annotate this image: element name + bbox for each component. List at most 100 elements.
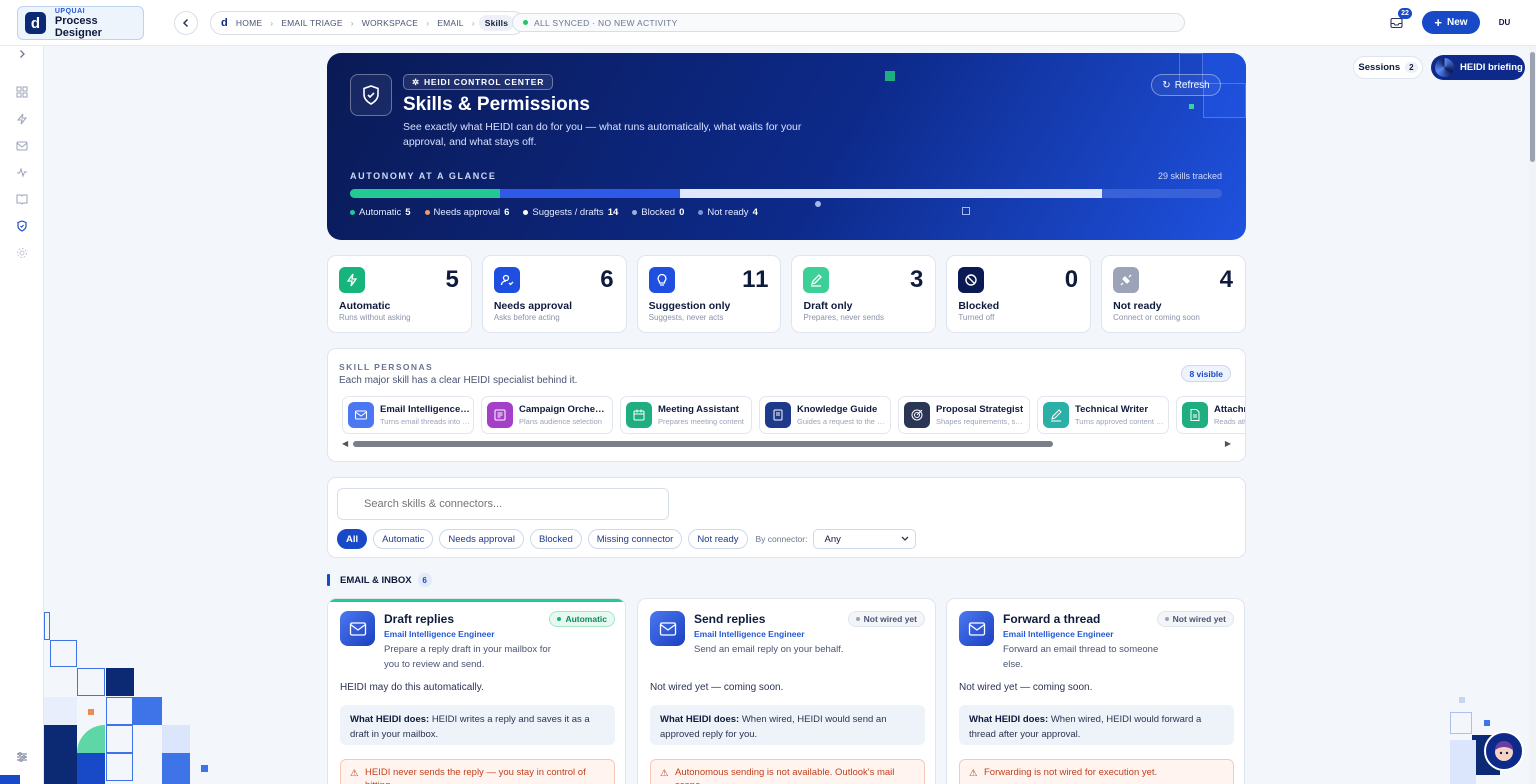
heidi-avatar-icon [1435,58,1454,77]
visible-count-badge: 8 visible [1181,365,1231,382]
persona-name: Meeting Assistant [658,404,739,415]
expand-sidebar-icon[interactable] [14,46,30,62]
new-button[interactable]: + New [1422,11,1480,34]
filters-panel: All Automatic Needs approval Blocked Mis… [327,477,1246,558]
shield-icon[interactable] [14,218,30,234]
stat-card-draft-only[interactable]: 3 Draft only Prepares, never sends [791,255,937,333]
refresh-label: Refresh [1174,79,1210,91]
breadcrumb-email[interactable]: EMAIL [437,18,464,28]
gear-icon[interactable] [14,245,30,261]
stat-card-suggestion-only[interactable]: 11 Suggestion only Suggests, never acts [636,255,782,333]
page-scrollbar[interactable] [1529,46,1536,784]
chip-missing-connector[interactable]: Missing connector [587,529,683,549]
brand[interactable]: d UPQUAI Process Designer [17,6,144,40]
book-icon [765,402,791,428]
book-icon[interactable] [14,191,30,207]
mail-icon [340,611,375,646]
persona-name: Campaign Orchestrator [519,404,609,415]
mail-icon[interactable] [14,138,30,154]
status-badge: Not wired yet [847,611,925,627]
skill-card-draft-replies[interactable]: Draft replies Email Intelligence Enginee… [327,598,626,784]
chip-all[interactable]: All [337,529,368,549]
chip-automatic[interactable]: Automatic [373,529,434,549]
breadcrumb-home[interactable]: HOME [236,18,262,28]
grid-icon[interactable] [14,84,30,100]
status-badge: Not wired yet [1156,611,1234,627]
section-header: EMAIL & INBOX 6 [327,573,432,587]
page-title: Skills & Permissions [403,94,590,115]
settings-sliders-icon[interactable] [14,749,30,765]
persona-card[interactable]: Knowledge Guide Guides a request to the r… [759,396,891,434]
persona-card[interactable]: Proposal Strategist Shapes requirements, … [898,396,1030,434]
skill-warning: ⚠ Autonomous sending is not available. Ou… [650,759,925,784]
persona-card[interactable]: Email Intelligence Engineer Turns email t… [342,396,474,434]
bolt-icon[interactable] [14,111,30,127]
scroll-left-icon[interactable]: ◀ [342,439,348,448]
legend-suggests: Suggests / drafts 14 [523,207,618,218]
campaign-icon [487,402,513,428]
scroll-right-icon[interactable]: ▶ [1225,439,1231,448]
sessions-button[interactable]: Sessions 2 [1353,56,1423,79]
chevron-down-icon [902,536,909,541]
skill-desc: Send an email reply on your behalf. [694,644,844,655]
stat-sub: Asks before acting [493,313,560,322]
heidi-briefing-button[interactable]: HEIDI briefing [1431,55,1525,80]
stat-label: Suggestion only [648,300,731,312]
hero-tag-label: HEIDI CONTROL CENTER [423,77,545,87]
activity-icon[interactable] [14,164,30,180]
chip-not-ready[interactable]: Not ready [688,529,748,549]
skill-card-forward-thread[interactable]: Forward a thread Email Intelligence Engi… [946,598,1245,784]
skill-persona: Email Intelligence Engineer [1003,629,1114,639]
skill-title: Forward a thread [1003,612,1101,626]
filter-chips: All Automatic Needs approval Blocked Mis… [337,529,917,549]
legend-needs-approval: Needs approval 6 [424,207,509,218]
document-icon [1182,402,1208,428]
persona-card[interactable]: Technical Writer Turns approved content i… [1037,396,1169,434]
sync-status: ALL SYNCED · NO NEW ACTIVITY [512,13,1185,32]
chip-needs-approval[interactable]: Needs approval [439,529,524,549]
stat-count: 6 [600,266,615,293]
page-scroll-thumb[interactable] [1530,52,1535,162]
stat-card-automatic[interactable]: 5 Automatic Runs without asking [327,255,472,333]
bar-needs-approval [499,189,681,198]
assistant-avatar-button[interactable] [1484,731,1524,771]
breadcrumb-email-triage[interactable]: EMAIL TRIAGE [281,18,342,28]
breadcrumb-workspace[interactable]: WORKSPACE [362,18,418,28]
breadcrumb: d HOME › EMAIL TRIAGE › WORKSPACE › EMAIL › … [210,11,526,35]
stat-sub: Connect or coming soon [1113,313,1200,322]
persona-card[interactable]: Campaign Orchestrator Plans audience sele… [481,396,613,434]
stat-card-not-ready[interactable]: 4 Not ready Connect or coming soon [1101,255,1246,333]
briefing-label: HEIDI briefing [1460,62,1523,73]
personas-scrollbar[interactable]: ◀ ▶ [342,439,1231,448]
autonomy-legend: Automatic 5 Needs approval 6 Suggests / dr… [350,207,758,218]
personas-row: Email Intelligence Engineer Turns email t… [342,396,1245,434]
connector-select[interactable]: Any [813,529,917,549]
new-button-label: New [1447,17,1468,28]
skill-card-send-replies[interactable]: Send replies Email Intelligence Engineer… [637,598,936,784]
search-input[interactable] [337,488,669,520]
back-button[interactable] [174,11,198,35]
chip-blocked[interactable]: Blocked [529,529,582,549]
skill-mode-text: Not wired yet — coming soon. [650,682,784,693]
persona-card[interactable]: Meeting Assistant Prepares meeting conten… [620,396,752,434]
stat-card-needs-approval[interactable]: 6 Needs approval Asks before acting [481,255,627,333]
persona-desc: Guides a request to the right source [797,417,887,426]
skill-title: Draft replies [384,612,455,626]
scroll-thumb[interactable] [353,441,1053,447]
skill-title: Send replies [694,612,766,626]
stat-label: Blocked [958,300,1000,312]
status-dot [523,20,528,25]
user-avatar[interactable]: DU [1492,11,1517,34]
persona-card[interactable]: Attachment Reader Reads attachments [1176,396,1245,434]
refresh-button[interactable]: ↻ Refresh [1151,74,1221,96]
breadcrumb-logo-icon: d [221,17,228,29]
personas-subtitle: Each major skill has a clear HEIDI speci… [339,375,578,386]
sessions-label: Sessions [1358,62,1401,73]
skills-tracked: 29 skills tracked [1157,171,1222,181]
stat-card-blocked[interactable]: 0 Blocked Turned off [946,255,1092,333]
stat-count: 4 [1219,266,1234,293]
autonomy-bar [350,189,1222,198]
skill-desc: Prepare a reply draft in your mailbox fo… [384,644,551,670]
brand-title: Process Designer [54,14,102,39]
stat-count: 5 [445,266,460,293]
